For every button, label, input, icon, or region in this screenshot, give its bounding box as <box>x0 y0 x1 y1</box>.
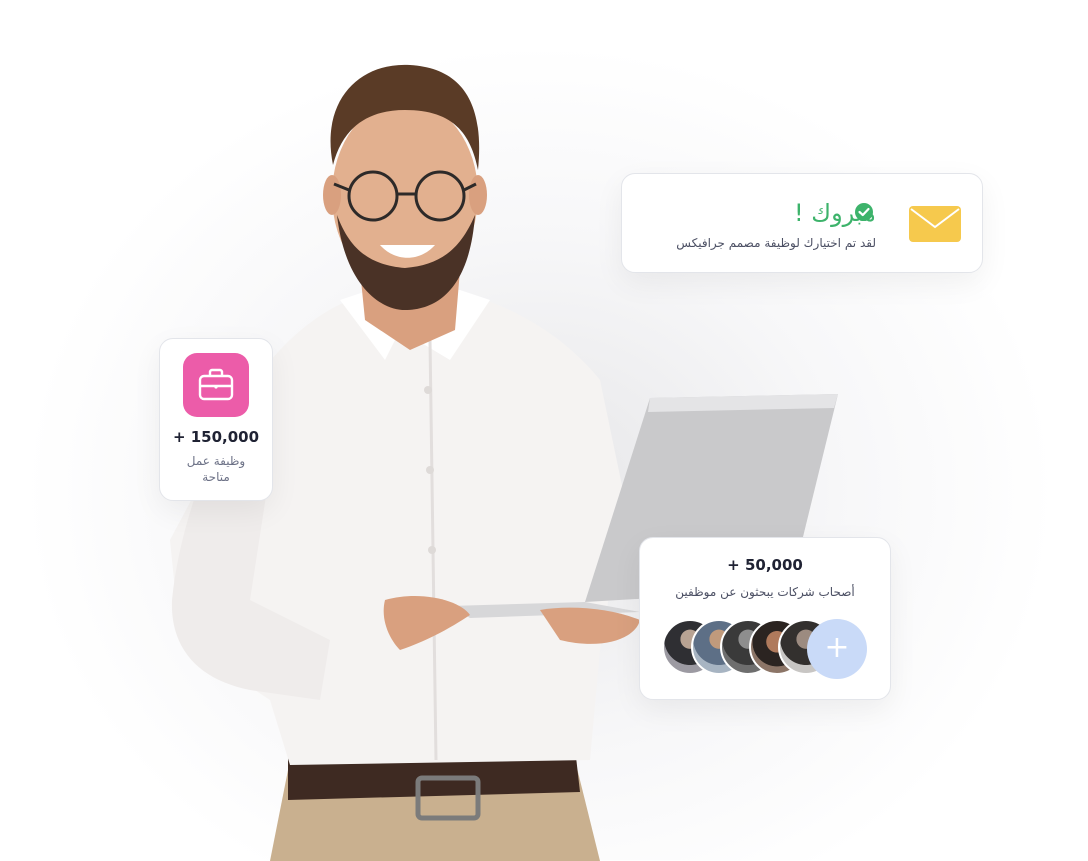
congrats-title: مبروك ! <box>794 199 876 227</box>
congrats-message: لقد تم اختيارك لوظيفة مصمم جرافيكس <box>676 236 876 250</box>
avatar-group: + <box>662 619 872 679</box>
briefcase-icon <box>198 368 234 401</box>
briefcase-tile <box>183 353 249 417</box>
add-employer-button[interactable]: + <box>807 619 867 679</box>
mail-icon <box>909 206 961 242</box>
jobs-label: وظيفة عمل متاحة <box>186 454 246 484</box>
jobs-count: 150,000 + <box>172 428 260 446</box>
jobs-card: 150,000 + وظيفة عمل متاحة <box>159 338 273 501</box>
congrats-card: مبروك ! لقد تم اختيارك لوظيفة مصمم جرافي… <box>621 173 983 273</box>
employers-label: أصحاب شركات يبحثون عن موظفين <box>675 585 855 599</box>
employers-card: 50,000 + أصحاب شركات يبحثون عن موظفين + <box>639 537 891 700</box>
employers-count: 50,000 + <box>727 556 803 574</box>
